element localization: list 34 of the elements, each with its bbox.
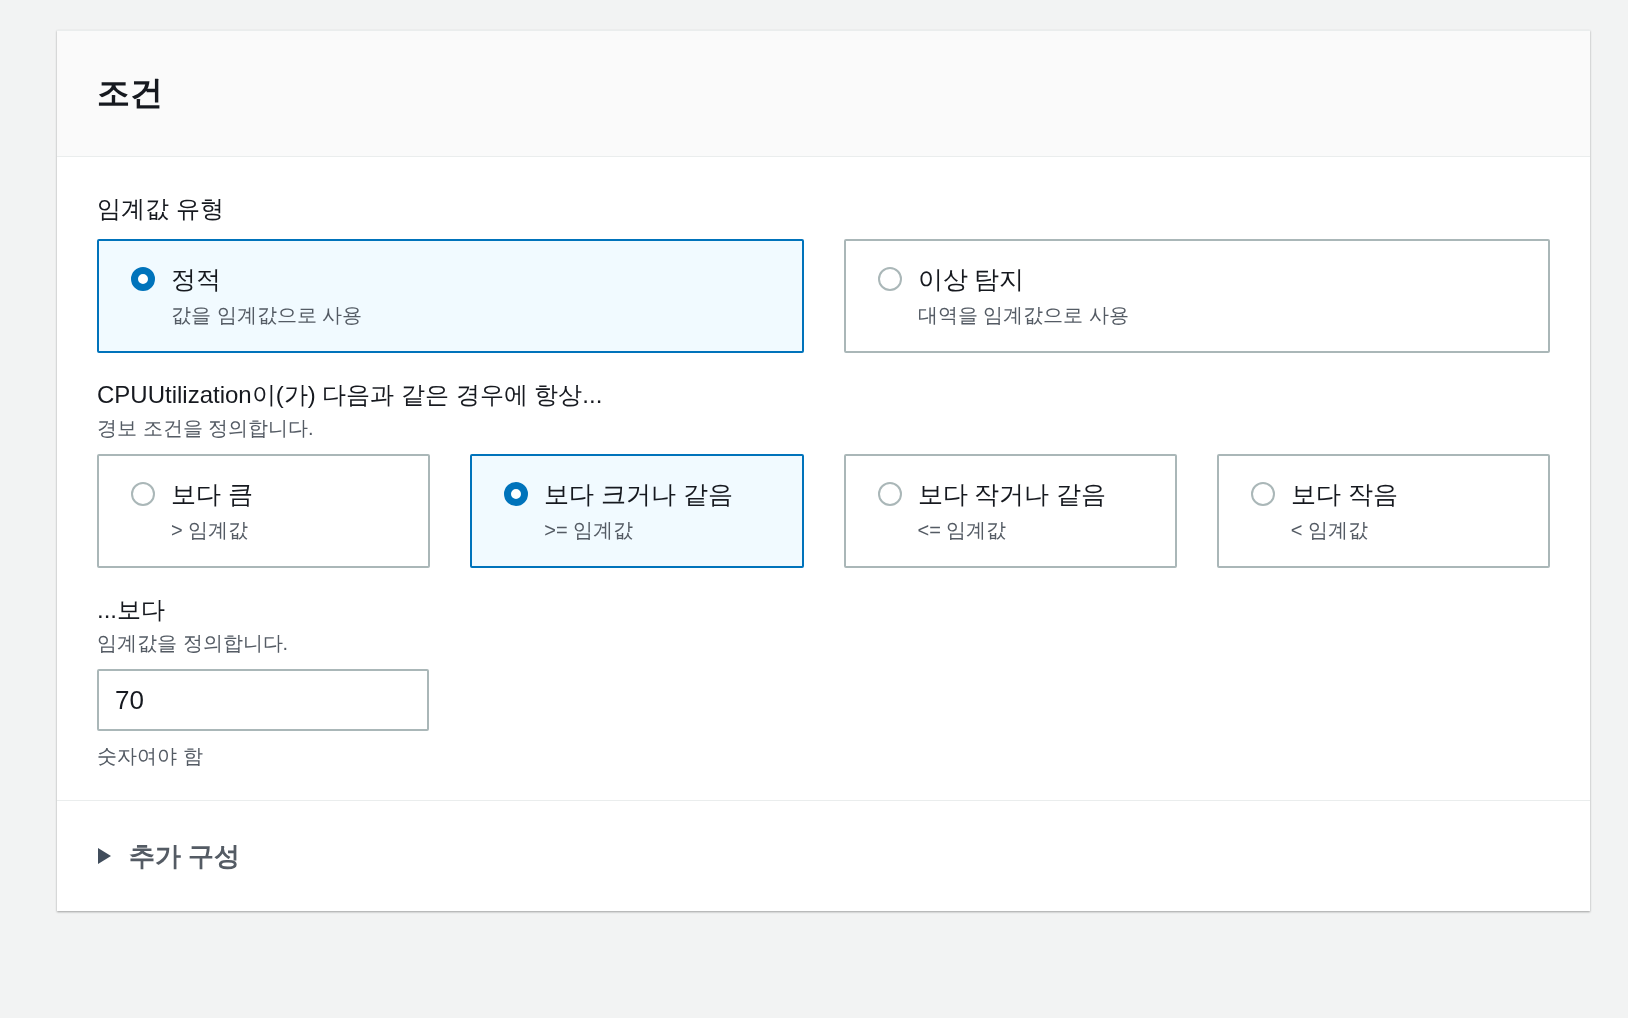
option-description: > 임계값 xyxy=(171,518,250,543)
option-label: 보다 작거나 같음 xyxy=(917,479,1107,510)
field-hint: 숫자여야 함 xyxy=(97,744,204,769)
radio-button[interactable] xyxy=(504,482,529,506)
radio-option[interactable]: 보다 작음 < 임계값 xyxy=(1216,454,1550,568)
option-description: 대역을 임계값으로 사용 xyxy=(917,303,1129,328)
radio-option[interactable]: 보다 큼 > 임계값 xyxy=(97,454,431,568)
caret-icon xyxy=(97,848,111,864)
option-description: <= 임계값 xyxy=(917,518,1008,543)
field-label: CPUUtilization이(가) 다음과 같은 경우에 항상... xyxy=(97,380,604,410)
option-description: >= 임계값 xyxy=(544,518,635,543)
option-label: 정적 xyxy=(171,264,222,295)
option-label: 이상 탐지 xyxy=(917,264,1026,295)
section-title: 조건 xyxy=(97,73,163,113)
option-description: < 임계값 xyxy=(1290,518,1369,543)
option-description: 값을 임계값으로 사용 xyxy=(171,303,363,328)
input-field[interactable]: 70 xyxy=(97,669,429,731)
radio-button[interactable] xyxy=(131,267,155,291)
radio-button[interactable] xyxy=(877,482,902,506)
option-label: 보다 작음 xyxy=(1290,479,1398,510)
radio-option[interactable]: 보다 크거나 같음 >= 임계값 xyxy=(470,454,804,568)
option-label: 보다 크거나 같음 xyxy=(544,479,734,510)
field-description: 임계값을 정의합니다. xyxy=(97,631,290,656)
radio-button[interactable] xyxy=(877,267,902,291)
radio-option[interactable]: 정적 값을 임계값으로 사용 xyxy=(97,239,804,353)
radio-option[interactable]: 보다 작거나 같음 <= 임계값 xyxy=(843,454,1177,568)
option-label: 보다 큼 xyxy=(171,479,253,510)
expand-toggle[interactable]: 추가 구성 xyxy=(97,838,241,874)
field-label: 임계값 유형 xyxy=(97,194,225,224)
radio-button[interactable] xyxy=(131,482,155,506)
radio-button[interactable] xyxy=(1250,482,1275,506)
field-description: 경보 조건을 정의합니다. xyxy=(97,416,315,441)
field-label: ...보다 xyxy=(97,595,166,625)
radio-option[interactable]: 이상 탐지 대역을 임계값으로 사용 xyxy=(843,239,1550,353)
